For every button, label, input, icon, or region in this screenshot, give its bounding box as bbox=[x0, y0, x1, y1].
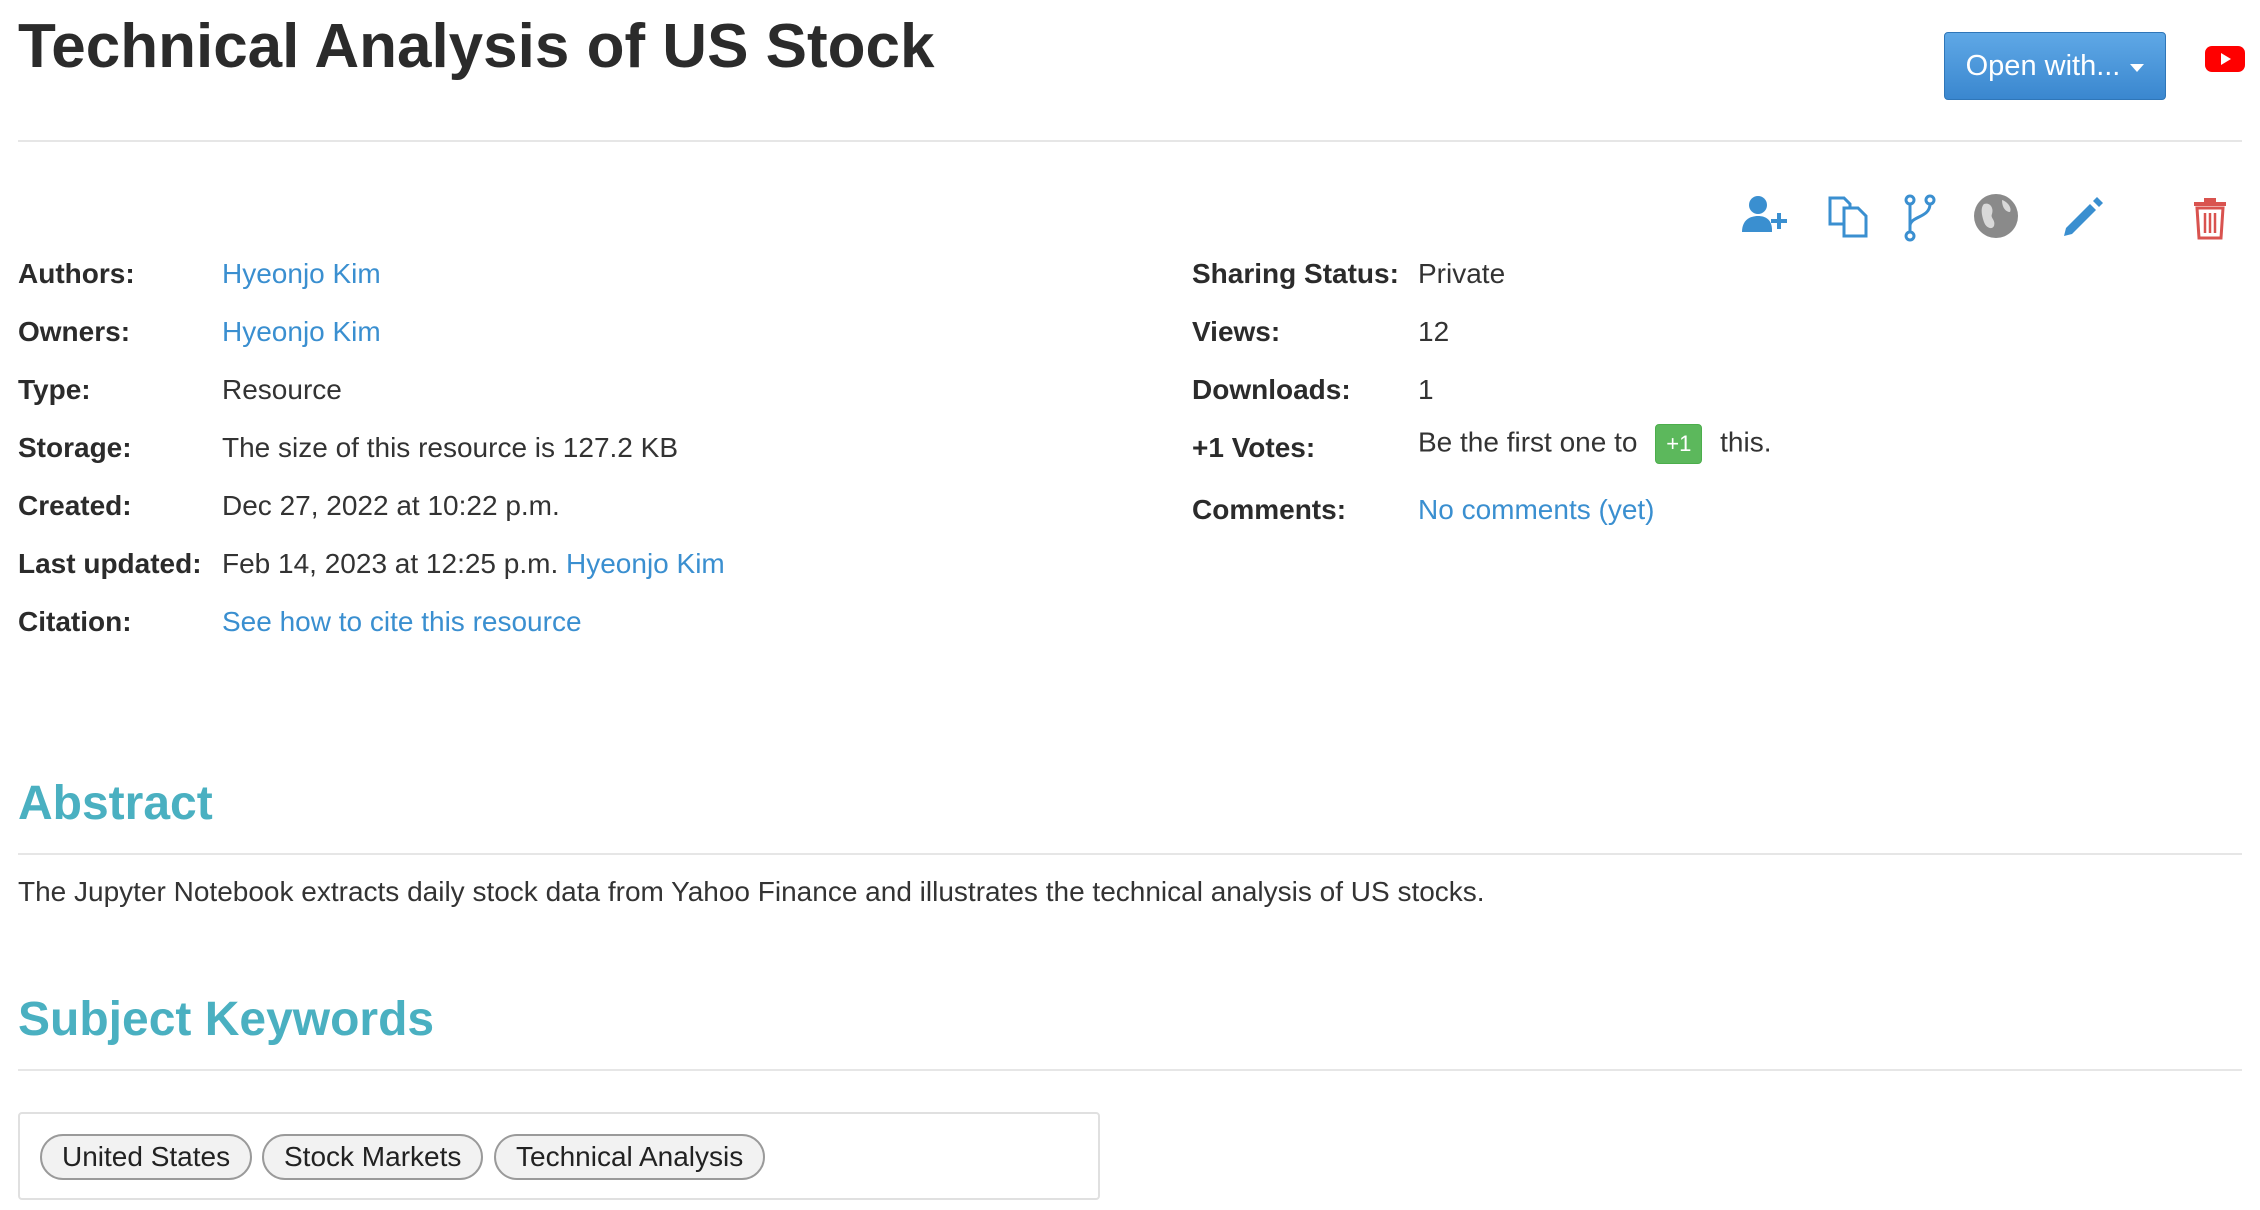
storage-value: The size of this resource is 127.2 KB bbox=[222, 432, 678, 463]
storage-label: Storage: bbox=[18, 432, 132, 463]
updated-by-link[interactable]: Hyeonjo Kim bbox=[566, 548, 725, 579]
type-value: Resource bbox=[222, 374, 342, 405]
last-updated-row: Feb 14, 2023 at 12:25 p.m. Hyeonjo Kim bbox=[222, 548, 725, 580]
add-user-icon[interactable] bbox=[1738, 190, 1790, 242]
last-updated-value: Feb 14, 2023 at 12:25 p.m. bbox=[222, 548, 559, 579]
youtube-icon[interactable] bbox=[2205, 44, 2245, 74]
keyword-chip[interactable]: Technical Analysis bbox=[494, 1134, 766, 1180]
downloads-label: Downloads: bbox=[1192, 374, 1351, 405]
page-title: Technical Analysis of US Stock bbox=[18, 12, 935, 81]
globe-icon[interactable] bbox=[1970, 190, 2022, 242]
type-label: Type: bbox=[18, 374, 91, 405]
citation-link[interactable]: See how to cite this resource bbox=[222, 606, 582, 638]
plus-one-button[interactable]: +1 bbox=[1655, 424, 1703, 464]
citation-label: Citation: bbox=[18, 606, 132, 637]
open-with-button[interactable]: Open with... bbox=[1944, 32, 2166, 100]
votes-suffix: this. bbox=[1720, 426, 1772, 458]
keywords-box: United States Stock Markets Technical An… bbox=[18, 1112, 1100, 1200]
comments-link[interactable]: No comments (yet) bbox=[1418, 494, 1655, 526]
keyword-chip[interactable]: United States bbox=[40, 1134, 253, 1180]
fork-icon[interactable] bbox=[1896, 192, 1948, 244]
sharing-status-value: Private bbox=[1418, 258, 1506, 289]
keywords-divider bbox=[18, 1069, 2242, 1071]
keywords-heading: Subject Keywords bbox=[18, 993, 435, 1046]
abstract-divider bbox=[18, 853, 2242, 855]
sharing-status-label: Sharing Status: bbox=[1192, 258, 1399, 289]
views-value: 12 bbox=[1418, 316, 1450, 347]
votes-prefix: Be the first one to bbox=[1418, 426, 1638, 458]
views-label: Views: bbox=[1192, 316, 1281, 347]
abstract-heading: Abstract bbox=[18, 777, 213, 830]
comments-label: Comments: bbox=[1192, 494, 1347, 525]
authors-label: Authors: bbox=[18, 258, 135, 289]
copy-icon[interactable] bbox=[1822, 190, 1874, 242]
pencil-icon[interactable] bbox=[2056, 190, 2108, 242]
created-value: Dec 27, 2022 at 10:22 p.m. bbox=[222, 490, 560, 521]
last-updated-label: Last updated: bbox=[18, 548, 202, 579]
author-link[interactable]: Hyeonjo Kim bbox=[222, 258, 381, 290]
votes-label: +1 Votes: bbox=[1192, 432, 1316, 463]
votes-row: Be the first one to +1 this. bbox=[1418, 424, 1771, 464]
abstract-text: The Jupyter Notebook extracts daily stoc… bbox=[18, 876, 1485, 907]
header-divider bbox=[18, 140, 2242, 142]
open-with-label: Open with... bbox=[1965, 49, 2121, 82]
created-label: Created: bbox=[18, 490, 132, 521]
trash-icon[interactable] bbox=[2184, 192, 2236, 244]
owner-link[interactable]: Hyeonjo Kim bbox=[222, 316, 381, 348]
downloads-value: 1 bbox=[1418, 374, 1434, 405]
caret-down-icon bbox=[2130, 64, 2145, 72]
owners-label: Owners: bbox=[18, 316, 131, 347]
keyword-chip[interactable]: Stock Markets bbox=[262, 1134, 484, 1180]
